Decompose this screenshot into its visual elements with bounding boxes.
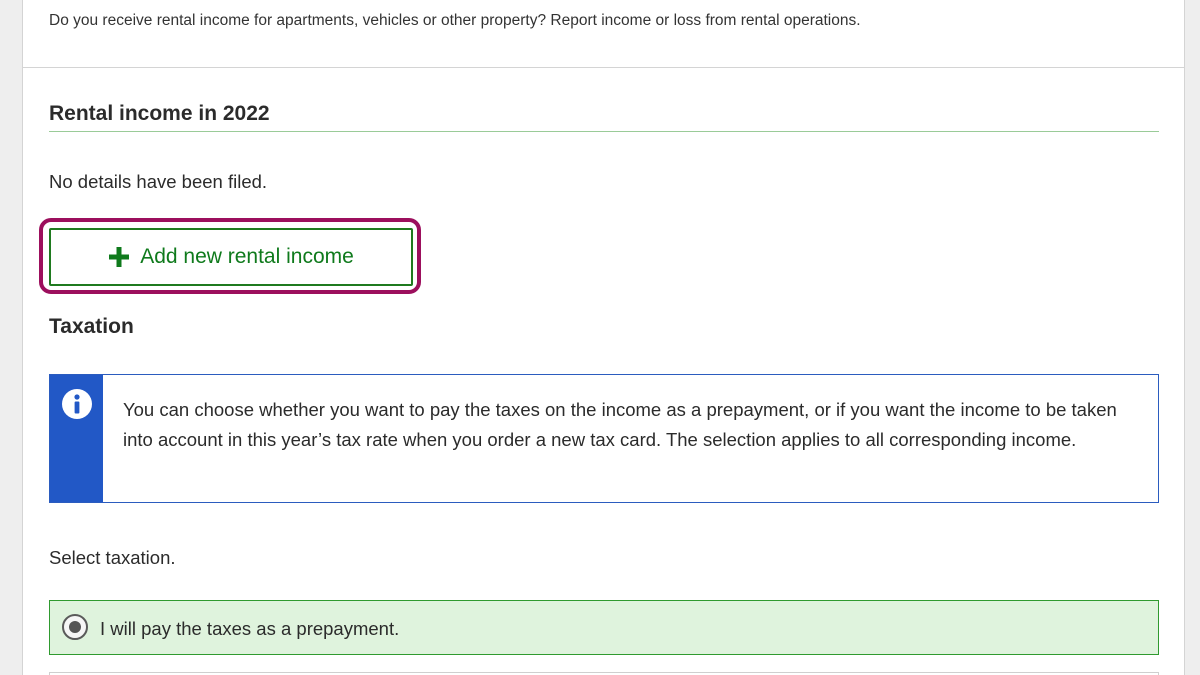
rental-section-title: Rental income in 2022 bbox=[49, 102, 270, 125]
select-taxation-label: Select taxation. bbox=[49, 547, 176, 568]
section-divider bbox=[49, 131, 1159, 132]
no-details-text: No details have been filed. bbox=[49, 171, 268, 192]
info-bar bbox=[50, 375, 103, 502]
plus-icon bbox=[109, 247, 130, 267]
intro-text: Do you receive rental income for apartme… bbox=[49, 12, 861, 29]
info-text: You can choose whether you want to pay t… bbox=[123, 399, 1117, 450]
radio-option-prepayment[interactable]: I will pay the taxes as a prepayment. bbox=[49, 600, 1159, 655]
main-panel: Do you receive rental income for apartme… bbox=[22, 0, 1185, 675]
radio-button[interactable] bbox=[62, 614, 88, 640]
add-button-label: Add new rental income bbox=[140, 245, 354, 268]
info-icon bbox=[62, 389, 92, 419]
taxation-title: Taxation bbox=[49, 315, 134, 338]
add-rental-income-button[interactable]: Add new rental income bbox=[49, 228, 413, 286]
radio-selected-dot bbox=[69, 621, 81, 633]
radio-label-prepayment: I will pay the taxes as a prepayment. bbox=[100, 618, 400, 639]
intro-section: Do you receive rental income for apartme… bbox=[23, 0, 1184, 68]
info-box: You can choose whether you want to pay t… bbox=[49, 374, 1159, 503]
